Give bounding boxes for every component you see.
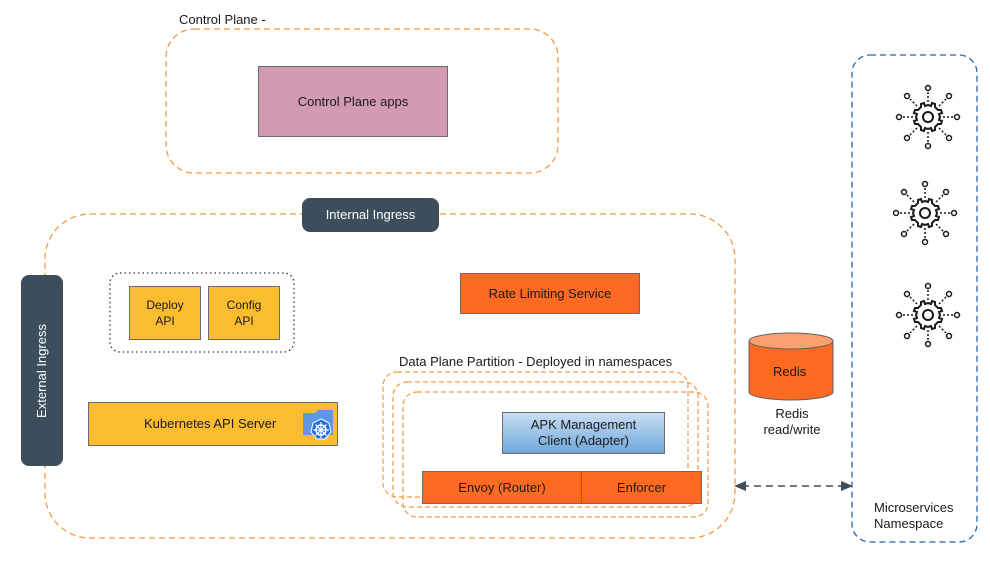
external-ingress-label: External Ingress bbox=[34, 323, 49, 418]
rate-limiting-service-box[interactable]: Rate Limiting Service bbox=[460, 273, 640, 314]
enforcer-box[interactable]: Enforcer bbox=[581, 471, 702, 504]
arrow-head-left bbox=[734, 481, 746, 491]
microservice-icon bbox=[890, 178, 960, 248]
internal-ingress[interactable]: Internal Ingress bbox=[302, 198, 439, 232]
config-api-box[interactable]: Config API bbox=[208, 286, 280, 340]
microservices-namespace-label: Microservices Namespace bbox=[874, 500, 954, 531]
envoy-router-box[interactable]: Envoy (Router) bbox=[422, 471, 582, 504]
kubernetes-icon bbox=[301, 407, 335, 443]
apk-management-client-box[interactable]: APK Management Client (Adapter) bbox=[502, 412, 665, 454]
deploy-api-box[interactable]: Deploy API bbox=[129, 286, 201, 340]
redis-label: Redis bbox=[773, 364, 807, 379]
microservice-icon bbox=[893, 280, 963, 350]
external-ingress[interactable]: External Ingress bbox=[21, 275, 63, 466]
control-plane-apps-box[interactable]: Control Plane apps bbox=[258, 66, 448, 137]
control-plane-label: Control Plane - bbox=[179, 12, 266, 27]
data-plane-label: Data Plane Partition - Deployed in names… bbox=[399, 354, 673, 369]
microservice-icon bbox=[893, 82, 963, 152]
redis-caption: Redis read/write bbox=[763, 406, 821, 437]
kubernetes-api-server-label: Kubernetes API Server bbox=[144, 416, 277, 431]
arrow-head-right bbox=[841, 481, 853, 491]
kubernetes-api-server-box[interactable]: Kubernetes API Server bbox=[88, 402, 338, 446]
